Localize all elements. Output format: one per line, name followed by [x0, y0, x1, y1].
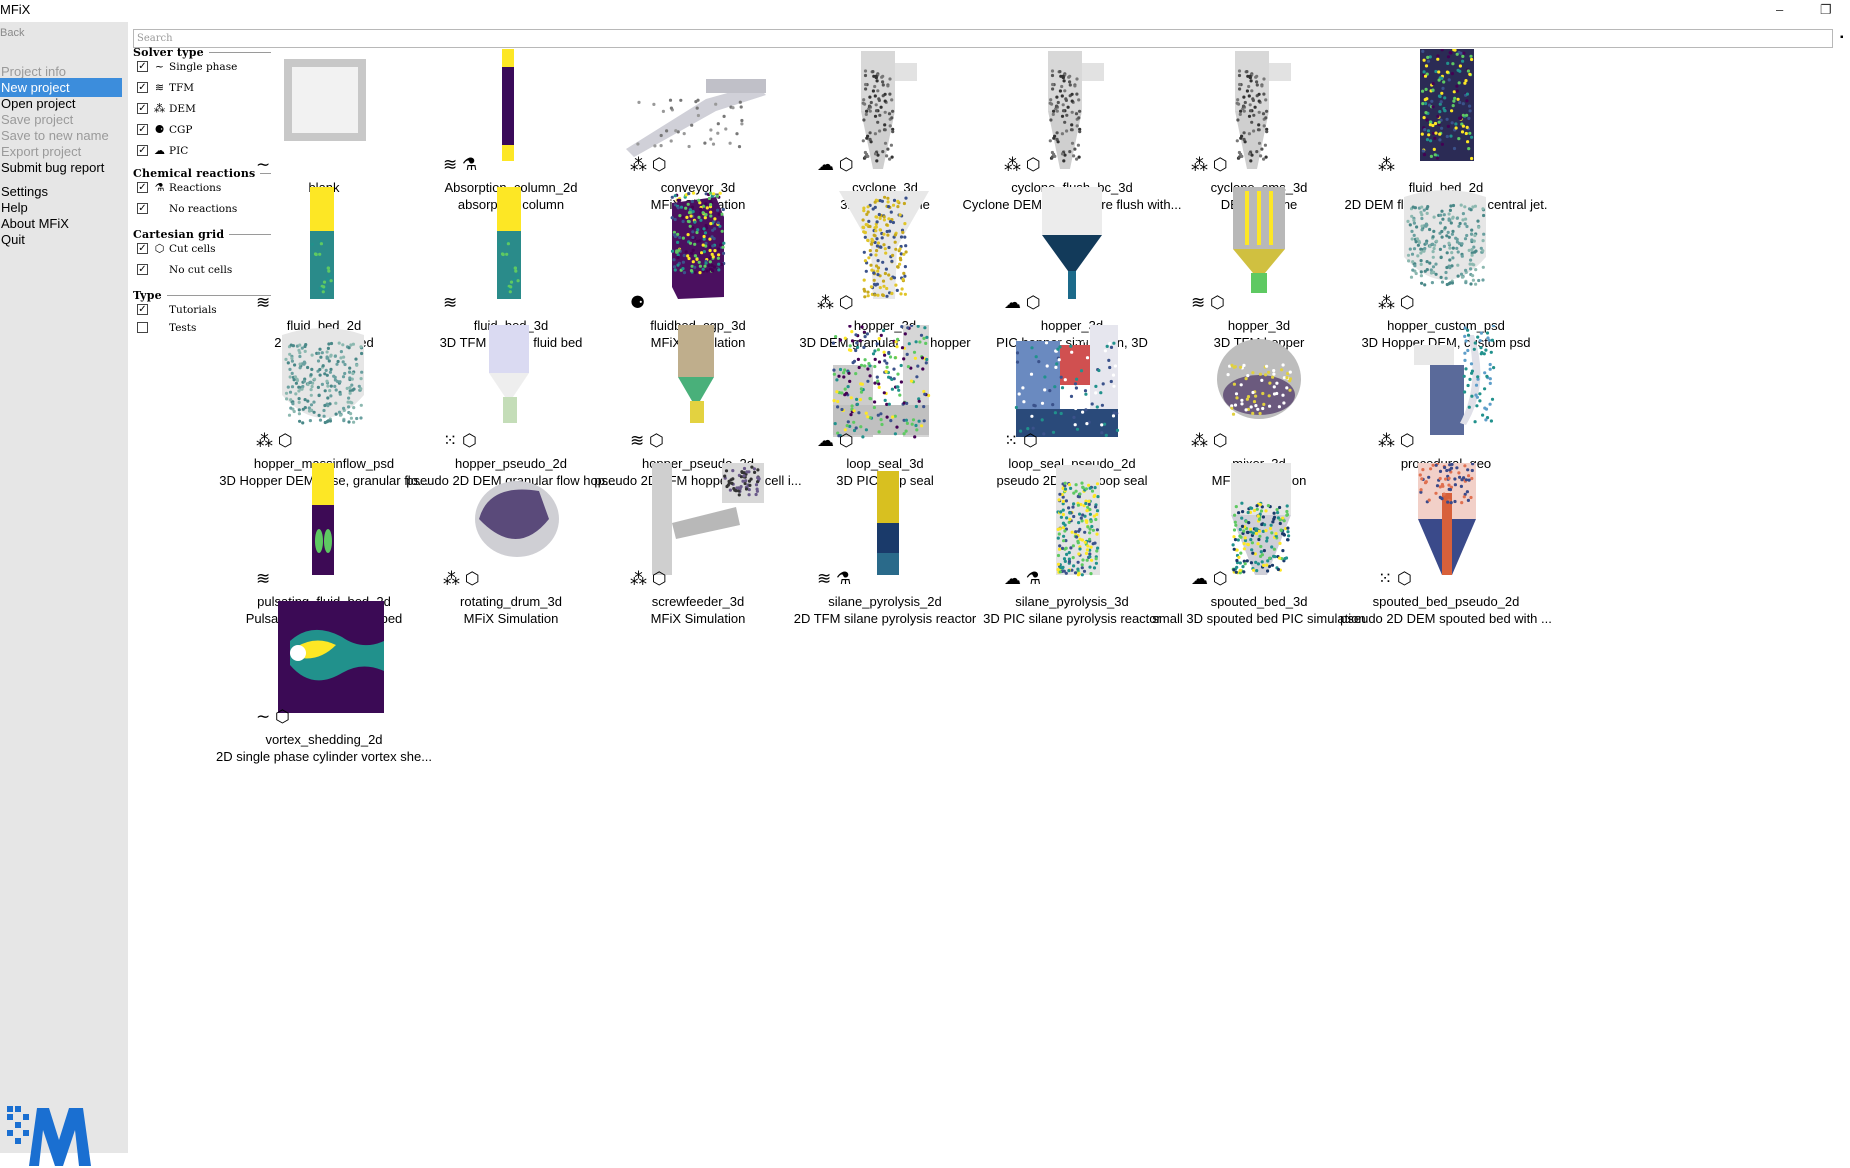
template-name: vortex_shedding_2d [265, 732, 383, 747]
minimize-button[interactable]: – [1776, 2, 1783, 17]
filter-section-title: Solver type [133, 45, 204, 59]
filter-label: DEM [169, 102, 196, 115]
solver-badge-icons: ⁙ ⬡ [1004, 431, 1038, 450]
template-tile-vortex-shedding-2d[interactable]: ∼ ⬡ vortex_shedding_2d 2D single phase cyl… [212, 601, 436, 766]
filter-label: Cut cells [169, 242, 216, 255]
solver-badge-icons: ≋ ⚗ [443, 155, 478, 174]
single-phase-icon: ~ [154, 60, 165, 73]
checkbox-unchecked[interactable] [137, 322, 148, 333]
spout2-thumbnail-image [1418, 463, 1476, 575]
panel-handle[interactable]: ▪ [1840, 32, 1844, 43]
title-bar: MFiX – ❐ [0, 0, 1850, 22]
filter-section-title: Type [133, 288, 162, 302]
menu-item-quit[interactable]: Quit [0, 230, 122, 249]
solver-badge-icons: ≋ ⬡ [1191, 293, 1225, 312]
filter-tutorials[interactable]: ✓ Tutorials [137, 302, 217, 317]
checkbox-checked[interactable]: ✓ [137, 61, 148, 72]
solver-badge-icons: ≋ [256, 569, 271, 588]
filter-cgp[interactable]: ✓ ⚈ CGP [137, 122, 193, 137]
solver-badge-icons: ⁂ ⬡ [256, 431, 293, 450]
solver-badge-icons: ∼ ⬡ [256, 707, 290, 726]
solver-badge-icons: ☁ ⬡ [817, 155, 854, 174]
search-input[interactable] [133, 29, 1833, 48]
reactions-icon: ⚗ [154, 181, 165, 194]
solver-badge-icons: ⁂ ⬡ [1378, 293, 1415, 312]
template-thumbnail [212, 601, 436, 729]
hopper_big-thumbnail-image [1404, 190, 1486, 287]
solver-badge-icons: ≋ [443, 293, 458, 312]
checkbox-checked[interactable]: ✓ [137, 182, 148, 193]
template-thumbnail [1334, 49, 1558, 177]
filter-tfm[interactable]: ✓ ≋ TFM [137, 80, 194, 95]
vortex-thumbnail-image [278, 601, 384, 713]
solver-badge-icons: ⁂ ⬡ [1191, 155, 1228, 174]
solver-badge-icons: ⁂ ⬡ [1191, 431, 1228, 450]
checkbox-checked[interactable]: ✓ [137, 124, 148, 135]
template-grid: ∼blank≋ ⚗Absorption_column_2dabsorption … [216, 49, 1840, 896]
filter-pic[interactable]: ✓ ☁ PIC [137, 143, 188, 158]
tfm-icon: ≋ [154, 81, 165, 94]
solver-badge-icons: ⁂ ⬡ [1378, 431, 1415, 450]
template-tile-spouted-bed-pseudo-2d[interactable]: ⁙ ⬡ spouted_bed_pseudo_2dpseudo 2D DEM sp… [1334, 463, 1558, 628]
filter-label: TFM [169, 81, 195, 94]
checkbox-checked[interactable]: ✓ [137, 82, 148, 93]
solver-badge-icons: ⚈ [630, 293, 646, 312]
solver-badge-icons: ⁂ ⬡ [817, 293, 854, 312]
solver-badge-icons: ⁂ ⬡ [1004, 155, 1041, 174]
checkbox-checked[interactable]: ✓ [137, 145, 148, 156]
restore-button[interactable]: ❐ [1820, 2, 1832, 18]
solver-badge-icons: ☁ ⬡ [1191, 569, 1228, 588]
filter-dem[interactable]: ✓ ⁂ DEM [137, 101, 196, 116]
checkbox-checked[interactable]: ✓ [137, 103, 148, 114]
filter-tests[interactable]: Tests [137, 320, 196, 335]
filter-label: PIC [169, 144, 189, 157]
filter-cut-cells[interactable]: ✓ ⬡ Cut cells [137, 241, 216, 256]
template-name: spouted_bed_pseudo_2d [1372, 594, 1520, 609]
sidebar: Back Project info New project Open project… [0, 22, 128, 1166]
checkbox-checked[interactable]: ✓ [137, 264, 148, 275]
solver-badge-icons: ⁂ ⬡ [630, 569, 667, 588]
solver-badge-icons: ⁂ ⬡ [630, 155, 667, 174]
cgp-icon: ⚈ [154, 123, 165, 136]
filter-label: Tutorials [169, 303, 217, 316]
solver-badge-icons: ☁ ⬡ [1004, 293, 1041, 312]
menu-item-submit-bug-report[interactable]: Submit bug report [0, 158, 122, 177]
mfix-logo [7, 1106, 91, 1166]
checkbox-checked[interactable]: ✓ [137, 243, 148, 254]
solver-badge-icons: ⁙ ⬡ [1378, 569, 1412, 588]
bedjet-thumbnail-image [1420, 49, 1474, 161]
back-button[interactable]: Back [0, 27, 24, 39]
checkbox-checked[interactable]: ✓ [137, 203, 148, 214]
solver-badge-icons: ⁙ ⬡ [443, 431, 477, 450]
template-description: 2D single phase cylinder vortex she... [215, 749, 433, 764]
solver-badge-icons: ☁ ⬡ [817, 431, 854, 450]
solver-badge-icons: ⁂ ⬡ [443, 569, 480, 588]
solver-badge-icons: ≋ [256, 293, 271, 312]
filter-label: Tests [169, 321, 197, 334]
solver-badge-icons: ☁ ⚗ [1004, 569, 1041, 588]
checkbox-checked[interactable]: ✓ [137, 304, 148, 315]
filter-reactions[interactable]: ✓ ⚗ Reactions [137, 180, 221, 195]
cut-cells-icon: ⬡ [154, 242, 165, 255]
solver-badge-icons: ≋ ⬡ [630, 431, 664, 450]
solver-badge-icons: ⁂ [1378, 155, 1395, 174]
filter-section-title: Cartesian grid [133, 227, 225, 241]
proc-thumbnail-image [1414, 325, 1496, 435]
dem-icon: ⁂ [154, 102, 165, 115]
solver-badge-icons: ∼ [256, 155, 271, 174]
template-thumbnail [1334, 463, 1558, 591]
solver-badge-icons: ≋ ⚗ [817, 569, 852, 588]
template-thumbnail [1334, 325, 1558, 453]
filter-label: CGP [169, 123, 193, 136]
pic-icon: ☁ [154, 144, 165, 157]
template-thumbnail [1334, 187, 1558, 315]
template-description: pseudo 2D DEM spouted bed with ... [1340, 611, 1552, 626]
window-title: MFiX [0, 2, 31, 17]
